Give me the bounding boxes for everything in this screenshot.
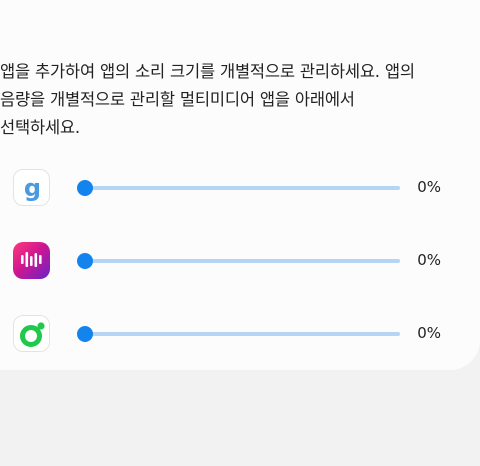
svg-text:g: g <box>24 174 41 202</box>
g-letter-app-icon[interactable]: g <box>13 169 50 206</box>
volume-percent: 0% <box>417 324 441 342</box>
slider-thumb[interactable] <box>77 180 93 196</box>
volume-slider[interactable] <box>77 180 400 196</box>
volume-slider[interactable] <box>77 326 400 342</box>
slider-track <box>85 186 400 190</box>
slider-track <box>85 332 400 336</box>
description-text: 앱을 추가하여 앱의 소리 크기를 개별적으로 관리하세요. 앱의 음량을 개별… <box>0 62 415 137</box>
app-volume-row: 0% <box>0 242 480 282</box>
app-volume-card: 앱을 추가하여 앱의 소리 크기를 개별적으로 관리하세요. 앱의 음량을 개별… <box>0 0 480 370</box>
slider-thumb[interactable] <box>77 253 93 269</box>
app-volume-row: g 0% <box>0 169 480 209</box>
slider-track <box>85 259 400 263</box>
volume-percent: 0% <box>417 251 441 269</box>
app-volume-row: 0% <box>0 315 480 355</box>
slider-thumb[interactable] <box>77 326 93 342</box>
volume-slider[interactable] <box>77 253 400 269</box>
green-circle-app-icon[interactable] <box>13 315 50 352</box>
volume-percent: 0% <box>417 178 441 196</box>
audio-waveform-app-icon[interactable] <box>13 242 50 279</box>
